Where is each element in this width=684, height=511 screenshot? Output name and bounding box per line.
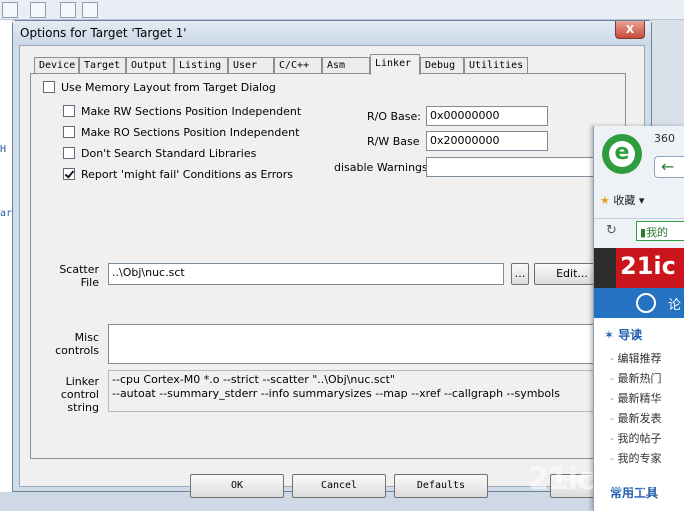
browser-tab-label: 我的 <box>646 226 669 239</box>
scatter-browse-button[interactable]: ... <box>511 263 529 285</box>
tab-linker[interactable]: Linker <box>370 54 420 75</box>
checkbox-box[interactable] <box>63 147 75 159</box>
tab-device[interactable]: Device <box>34 57 79 74</box>
browser-tab[interactable]: ▮我的 <box>636 221 684 241</box>
toolbar-icon[interactable] <box>2 2 18 18</box>
misc-controls-input[interactable] <box>108 324 620 364</box>
close-icon: X <box>625 23 635 36</box>
sidebar-link[interactable]: 最新热门 <box>610 370 661 386</box>
ro-base-input[interactable]: 0x00000000 <box>426 106 548 126</box>
checkbox-label: Don't Search Standard Libraries <box>81 147 257 160</box>
linker-control-label-line1: Linker <box>65 375 99 388</box>
scatter-file-label-line2: File <box>80 276 99 289</box>
cancel-button[interactable]: Cancel <box>292 474 386 498</box>
browser-logo-icon: e <box>602 134 642 174</box>
tab-asm[interactable]: Asm <box>322 57 370 74</box>
guide-heading[interactable]: ✶ 导读 <box>604 326 642 343</box>
tab-user[interactable]: User <box>228 57 274 74</box>
close-button[interactable]: X <box>615 21 645 39</box>
editor-text-fragment: ar <box>0 208 13 219</box>
banner-dark-strip <box>594 248 616 288</box>
checkbox-box[interactable] <box>63 126 75 138</box>
use-memory-layout-checkbox[interactable]: Use Memory Layout from Target Dialog <box>43 81 276 97</box>
tab-cpp[interactable]: C/C++ <box>274 57 322 74</box>
linker-control-line2: --autoat --summary_stderr --info summary… <box>112 387 560 400</box>
sidebar-link[interactable]: 最新发表 <box>610 410 661 426</box>
options-icon[interactable] <box>60 2 76 18</box>
ok-button[interactable]: OK <box>190 474 284 498</box>
disable-warnings-label: disable Warnings: <box>334 161 432 174</box>
linker-panel: Use Memory Layout from Target Dialog Mak… <box>30 73 626 459</box>
rw-base-label: R/W Base <box>367 135 420 148</box>
browser-tabbar: ↻ ▮我的 <box>594 218 684 242</box>
checkbox-box[interactable] <box>43 81 55 93</box>
site-watermark: 21ic中国电子网 <box>528 462 664 497</box>
compass-icon <box>636 293 656 313</box>
favorites-menu[interactable]: ★ 收藏 ▾ <box>600 192 644 208</box>
sidebar-link[interactable]: 我的帖子 <box>610 430 661 446</box>
misc-controls-label-line1: Misc <box>74 331 99 344</box>
dialog-client: Device Target Output Listing User C/C++ … <box>19 45 645 498</box>
site-banner: 21ic <box>594 248 684 288</box>
linker-control-string: --cpu Cortex-M0 *.o --strict --scatter "… <box>108 370 620 412</box>
back-button[interactable]: ← <box>654 156 684 178</box>
tab-utilities[interactable]: Utilities <box>464 57 528 74</box>
dialog-titlebar[interactable]: Options for Target 'Target 1' X <box>13 21 651 45</box>
report-might-fail-checkbox[interactable]: Report 'might fail' Conditions as Errors <box>63 168 293 184</box>
ro-base-label: R/O Base: <box>367 110 421 123</box>
checkbox-label: Make RW Sections Position Independent <box>81 105 302 118</box>
browser-brand: 360 <box>654 132 675 145</box>
site-navbar: 论 <box>594 288 684 318</box>
linker-control-label-line2: control <box>60 388 99 401</box>
dialog-title: Options for Target 'Target 1' <box>20 26 187 40</box>
guide-icon: ✶ <box>604 328 615 342</box>
site-logo[interactable]: 21ic <box>620 252 676 280</box>
sidebar-link[interactable]: 最新精华 <box>610 390 661 406</box>
chevron-down-icon: ▾ <box>638 194 645 207</box>
checkbox-label: Report 'might fail' Conditions as Errors <box>81 168 293 181</box>
checkbox-box[interactable] <box>63 105 75 117</box>
ide-toolbar <box>0 0 684 20</box>
rw-base-input[interactable]: 0x20000000 <box>426 131 548 151</box>
disable-warnings-input[interactable] <box>426 157 620 177</box>
ro-position-independent-checkbox[interactable]: Make RO Sections Position Independent <box>63 126 299 142</box>
tab-output[interactable]: Output <box>126 57 174 74</box>
rw-position-independent-checkbox[interactable]: Make RW Sections Position Independent <box>63 105 301 121</box>
misc-controls-label-line2: controls <box>55 344 99 357</box>
scatter-file-input[interactable]: ..\Obj\nuc.sct <box>108 263 504 285</box>
tab-debug[interactable]: Debug <box>420 57 464 74</box>
checkbox-label: Use Memory Layout from Target Dialog <box>61 81 276 94</box>
tab-listing[interactable]: Listing <box>174 57 228 74</box>
scatter-file-label-line1: Scatter <box>59 263 99 276</box>
browser-window: e 360 ← ★ 收藏 ▾ ↻ ▮我的 21ic 论 ✶ 导读 编辑推荐 最新… <box>593 126 684 511</box>
wand-icon[interactable] <box>30 2 46 18</box>
star-icon: ★ <box>600 194 610 207</box>
site-nav-text[interactable]: 论 <box>668 294 681 313</box>
options-dialog: Options for Target 'Target 1' X Device T… <box>12 20 652 498</box>
defaults-button[interactable]: Defaults <box>394 474 488 498</box>
checkbox-label: Make RO Sections Position Independent <box>81 126 300 139</box>
linker-control-label-line3: string <box>67 401 99 414</box>
refresh-icon[interactable]: ↻ <box>606 223 617 238</box>
checkbox-box-checked[interactable] <box>63 168 75 180</box>
sidebar-link[interactable]: 编辑推荐 <box>610 350 661 366</box>
dont-search-std-libs-checkbox[interactable]: Don't Search Standard Libraries <box>63 147 256 163</box>
back-arrow-icon: ← <box>661 157 675 176</box>
favorites-label: 收藏 <box>613 194 636 207</box>
editor-text-fragment: H <box>0 144 7 155</box>
manage-icon[interactable] <box>82 2 98 18</box>
tab-target[interactable]: Target <box>79 57 126 74</box>
linker-control-line1: --cpu Cortex-M0 *.o --strict --scatter "… <box>112 373 396 386</box>
